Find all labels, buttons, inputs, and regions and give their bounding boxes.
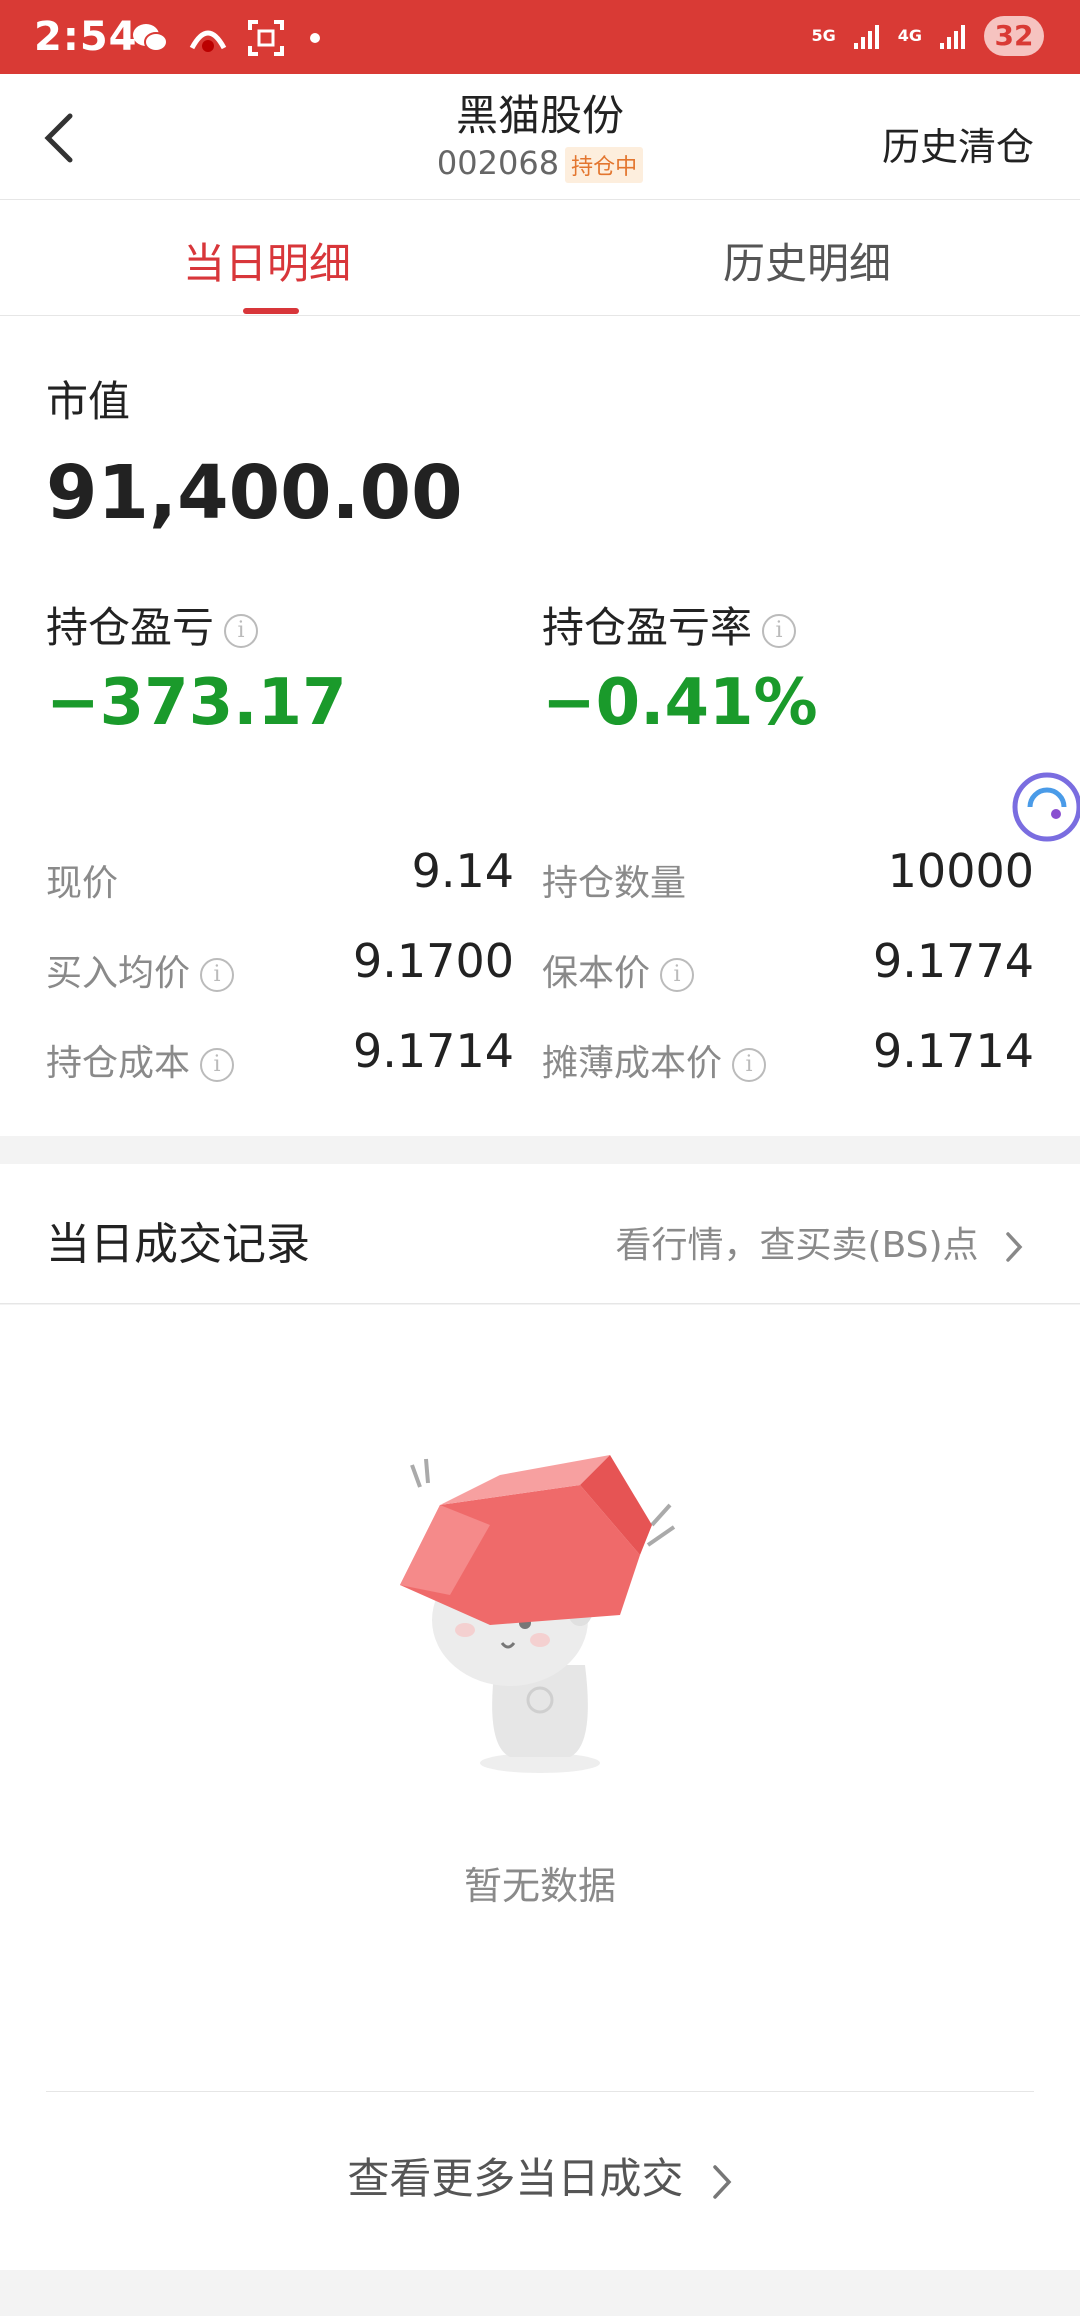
pnl-value: −373.17 — [46, 666, 347, 740]
holding-cost-label-group: 持仓成本 i — [46, 1034, 235, 1086]
market-value-label: 市值 — [46, 377, 131, 426]
break-even-value: 9.1774 — [873, 934, 1034, 988]
empty-box-mascot-illustration — [400, 1455, 676, 1773]
avg-buy-price-value: 9.1700 — [353, 934, 514, 988]
holding-quantity-value: 10000 — [887, 844, 1034, 898]
active-tab-indicator — [243, 308, 299, 314]
battery-indicator: 32 — [984, 16, 1044, 56]
stock-code: 002068 — [436, 144, 560, 182]
view-more-today-trades-button[interactable]: 查看更多当日成交 — [0, 2145, 1080, 2206]
market-bs-link[interactable]: 看行情，查买卖(BS)点 — [616, 1216, 1024, 1268]
market-value: 91,400.00 — [46, 450, 463, 536]
break-even-label: 保本价 — [542, 953, 651, 994]
diluted-cost-label-group: 摊薄成本价 i — [542, 1034, 767, 1086]
avg-buy-price-label-group: 买入均价 i — [46, 944, 235, 996]
pnl-rate-value: −0.41% — [542, 666, 818, 740]
info-icon[interactable]: i — [200, 958, 235, 992]
today-records-list: 暂无数据 查看更多当日成交 — [0, 1305, 1080, 2270]
info-icon[interactable]: i — [732, 1048, 767, 1082]
info-icon[interactable]: i — [224, 613, 259, 648]
break-even-label-group: 保本价 i — [542, 944, 695, 996]
holding-quantity-label: 持仓数量 — [542, 863, 687, 904]
pnl-rate-label-group: 持仓盈亏率 i — [542, 594, 797, 655]
floating-assistant-icon[interactable] — [1010, 770, 1080, 844]
history-clear-button[interactable]: 历史清仓 — [882, 116, 1034, 171]
status-right: 5G 4G 32 — [811, 16, 1044, 56]
info-icon[interactable]: i — [762, 613, 797, 648]
market-bs-link-label: 看行情，查买卖(BS)点 — [615, 1225, 979, 1266]
status-time: 2:54 — [34, 14, 138, 60]
position-summary: 市值 91,400.00 持仓盈亏 i 持仓盈亏率 i −373.17 −0.41%… — [0, 316, 1080, 1136]
pnl-label-group: 持仓盈亏 i — [46, 594, 259, 655]
wechat-icon — [133, 24, 168, 52]
network-4g-label: 4G — [897, 26, 922, 45]
status-dot — [310, 33, 320, 43]
holding-cost-label: 持仓成本 — [46, 1043, 191, 1084]
today-records-title: 当日成交记录 — [46, 1219, 310, 1270]
chevron-right-icon — [712, 2164, 732, 2199]
empty-state-text: 暂无数据 — [463, 1864, 616, 1908]
status-bar: 2:54 5G 4G 32 — [0, 0, 1080, 74]
tab-history-detail[interactable]: 历史明细 — [723, 230, 891, 291]
app-icon — [189, 30, 227, 52]
holding-cost-value: 9.1714 — [353, 1024, 514, 1078]
view-more-label: 查看更多当日成交 — [347, 2154, 684, 2203]
status-notification-icons — [130, 18, 320, 58]
diluted-cost-label: 摊薄成本价 — [542, 1043, 723, 1084]
pnl-rate-label: 持仓盈亏率 — [542, 603, 753, 652]
pnl-label: 持仓盈亏 — [46, 603, 215, 652]
current-price-label: 现价 — [46, 863, 119, 904]
status-badge: 持仓中 — [565, 147, 644, 183]
network-5g-label: 5G — [811, 26, 836, 45]
signal-icon — [940, 25, 965, 49]
today-records-header: 当日成交记录 看行情，查买卖(BS)点 — [0, 1164, 1080, 1304]
divider — [46, 2091, 1034, 2092]
info-icon[interactable]: i — [200, 1048, 235, 1082]
signal-icon — [853, 25, 879, 49]
scan-icon — [248, 20, 284, 56]
tab-today-detail[interactable]: 当日明细 — [183, 230, 351, 291]
chevron-right-icon — [1006, 1232, 1023, 1262]
info-icon[interactable]: i — [660, 958, 695, 992]
diluted-cost-value: 9.1714 — [873, 1024, 1034, 1078]
tab-bar: 当日明细 历史明细 — [0, 200, 1080, 316]
current-price-value: 9.14 — [411, 844, 514, 898]
nav-header: 黑猫股份 002068 持仓中 历史清仓 — [0, 74, 1080, 200]
avg-buy-price-label: 买入均价 — [46, 953, 191, 994]
